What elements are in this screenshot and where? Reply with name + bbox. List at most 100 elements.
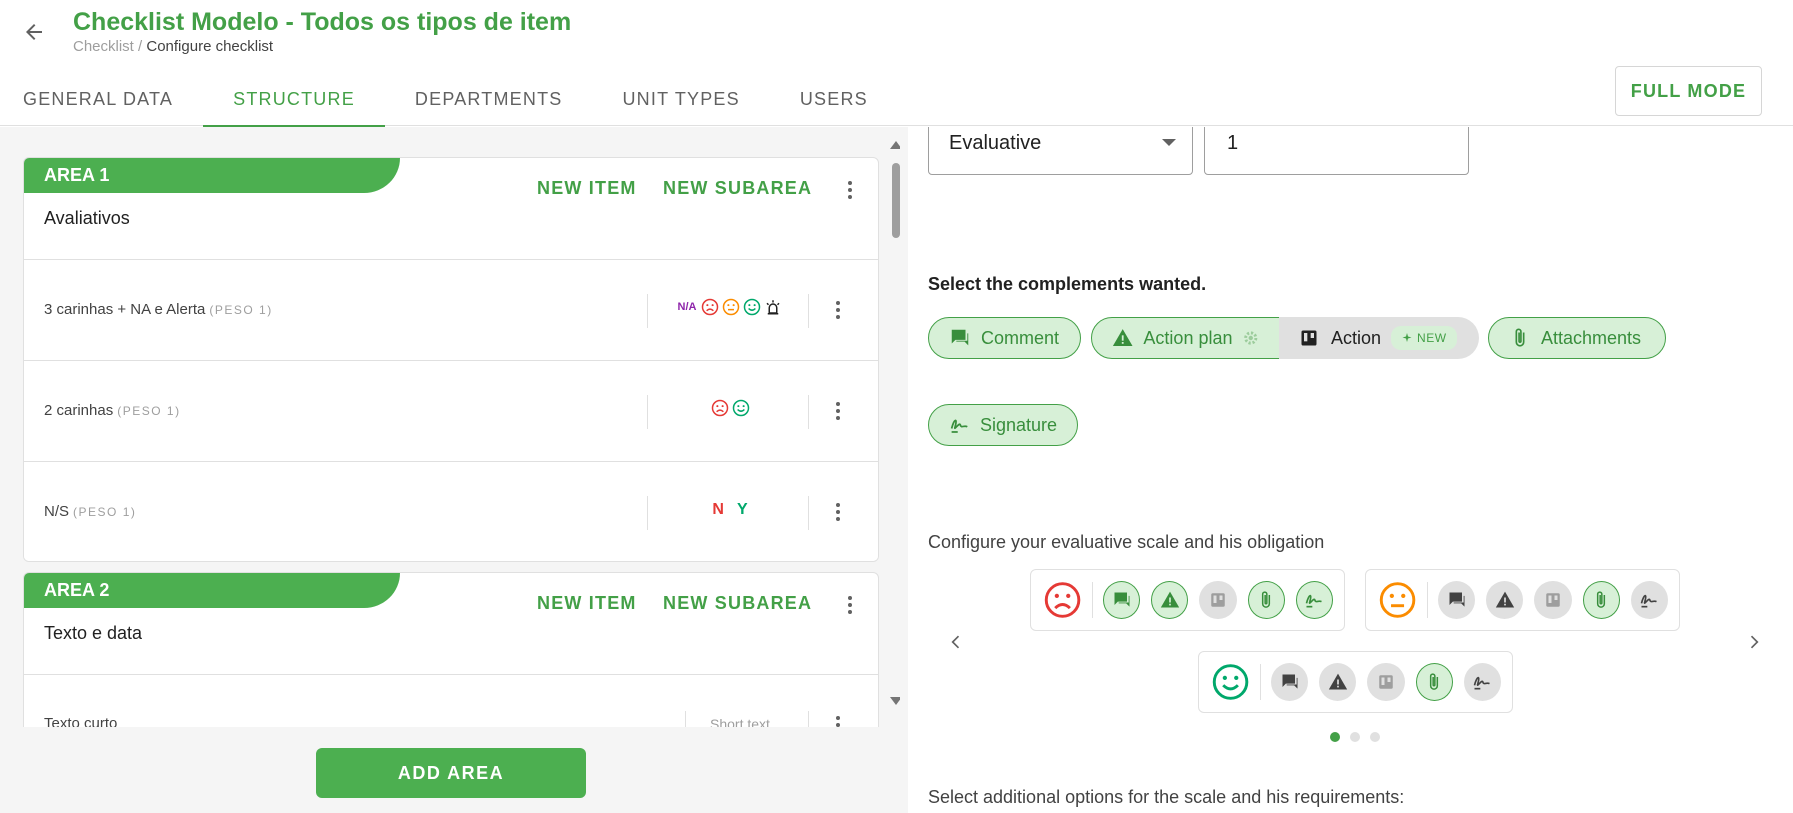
action-plan-toggle[interactable]	[1486, 581, 1524, 619]
carousel-prev-button[interactable]	[944, 630, 968, 654]
add-area-button[interactable]: ADD AREA	[316, 748, 586, 798]
no-label: N	[712, 501, 724, 518]
signature-icon	[1474, 676, 1491, 690]
item-menu-button[interactable]	[826, 500, 850, 524]
item-config-pane: Evaluative 1 Select the complements want…	[908, 127, 1793, 813]
structure-scroll-area[interactable]: AREA 1 Avaliativos NEW ITEM NEW SUBAREA …	[0, 127, 900, 727]
action-toggle[interactable]	[1367, 663, 1405, 701]
item-type-label: Short text	[710, 716, 770, 727]
item-menu-button[interactable]	[826, 298, 850, 322]
scale-card-sad	[1030, 569, 1345, 631]
item-label: 3 carinhas + NA e Alerta (PESO 1)	[44, 301, 273, 318]
sad-face-icon	[702, 298, 719, 316]
item-menu-button[interactable]	[826, 713, 850, 727]
comment-icon	[1114, 592, 1130, 607]
area-card: AREA 1 Avaliativos NEW ITEM NEW SUBAREA …	[23, 157, 879, 562]
comment-toggle[interactable]	[1271, 663, 1309, 701]
breadcrumb-root[interactable]: Checklist	[73, 38, 134, 55]
scroll-up-arrow[interactable]	[890, 141, 900, 149]
divider	[1427, 582, 1429, 618]
divider	[685, 711, 686, 727]
divider	[1260, 664, 1262, 700]
full-mode-button[interactable]: FULL MODE	[1615, 66, 1762, 116]
board-icon	[1379, 675, 1393, 689]
comment-chip[interactable]: Comment	[928, 317, 1081, 359]
page-header: Checklist Modelo - Todos os tipos de ite…	[0, 0, 1793, 127]
board-icon	[1546, 593, 1560, 607]
signature-toggle[interactable]	[1463, 663, 1502, 701]
happy-face-icon	[1212, 664, 1249, 700]
sparkle-icon	[1402, 333, 1412, 342]
board-icon	[1301, 330, 1317, 346]
carousel-dot[interactable]	[1330, 732, 1340, 742]
item-row[interactable]: N/S (PESO 1) N Y	[24, 461, 878, 561]
action-plan-chip[interactable]: Action plan	[1091, 317, 1281, 359]
action-toggle[interactable]	[1534, 581, 1572, 619]
paperclip-icon	[1262, 591, 1271, 608]
tab-structure[interactable]: STRUCTURE	[203, 72, 385, 127]
item-weight: (PESO 1)	[209, 303, 273, 317]
scroll-down-arrow[interactable]	[890, 697, 900, 705]
attachments-chip[interactable]: Attachments	[1488, 317, 1666, 359]
neutral-face-icon	[1379, 582, 1416, 618]
item-row[interactable]: 3 carinhas + NA e Alerta (PESO 1) N/A	[24, 259, 878, 360]
signature-chip[interactable]: Signature	[928, 404, 1078, 446]
breadcrumb: Checklist / Configure checklist	[73, 38, 273, 55]
tab-general-data[interactable]: GENERAL DATA	[0, 72, 203, 126]
action-plan-toggle[interactable]	[1151, 581, 1189, 619]
new-item-button[interactable]: NEW ITEM	[537, 593, 637, 614]
tab-departments[interactable]: DEPARTMENTS	[385, 72, 593, 126]
carousel-next-button[interactable]	[1742, 630, 1766, 654]
area-menu-button[interactable]	[838, 178, 862, 202]
carousel-dot[interactable]	[1370, 732, 1380, 742]
attachments-toggle[interactable]	[1415, 663, 1453, 701]
signature-icon	[1641, 594, 1658, 608]
divider	[1092, 582, 1094, 618]
new-subarea-button[interactable]: NEW SUBAREA	[663, 178, 812, 199]
tab-users[interactable]: USERS	[770, 72, 898, 126]
comment-icon	[1282, 674, 1298, 689]
action-toggle[interactable]	[1199, 581, 1237, 619]
signature-toggle[interactable]	[1630, 581, 1669, 619]
area-card: AREA 2 Texto e data NEW ITEM NEW SUBAREA…	[23, 572, 879, 727]
carousel-dot[interactable]	[1350, 732, 1360, 742]
tab-bar: GENERAL DATA STRUCTURE DEPARTMENTS UNIT …	[0, 72, 898, 127]
tab-unit-types[interactable]: UNIT TYPES	[592, 72, 769, 126]
comment-toggle[interactable]	[1103, 581, 1141, 619]
divider	[808, 294, 809, 328]
item-label: N/S (PESO 1)	[44, 503, 137, 520]
paperclip-icon	[1430, 673, 1439, 690]
comment-toggle[interactable]	[1438, 581, 1476, 619]
action-plan-toggle[interactable]	[1319, 663, 1357, 701]
alarm-icon	[766, 300, 780, 315]
item-menu-button[interactable]	[826, 399, 850, 423]
comment-icon	[1449, 592, 1465, 607]
weight-input[interactable]: 1	[1204, 127, 1469, 175]
area-menu-button[interactable]	[838, 593, 862, 617]
item-row[interactable]: 2 carinhas (PESO 1)	[24, 360, 878, 461]
breadcrumb-current: Configure checklist	[146, 38, 274, 55]
new-item-button[interactable]: NEW ITEM	[537, 178, 637, 199]
divider	[808, 395, 809, 429]
signature-toggle[interactable]	[1295, 581, 1334, 619]
yes-label: Y	[736, 501, 748, 518]
item-type-select[interactable]: Evaluative	[928, 127, 1193, 175]
back-button[interactable]	[20, 18, 48, 46]
vertical-scrollbar[interactable]	[890, 141, 900, 705]
attachments-toggle[interactable]	[1582, 581, 1620, 619]
area-tag: AREA 2	[24, 573, 400, 608]
scroll-thumb[interactable]	[892, 163, 900, 238]
item-row[interactable]: Texto curto Short text	[24, 674, 878, 727]
action-chip[interactable]: Action NEW	[1279, 317, 1479, 359]
item-response-icons	[650, 399, 810, 417]
sad-face-icon	[1044, 582, 1081, 618]
item-response-icons: N Y	[650, 501, 810, 519]
board-icon	[1211, 593, 1225, 607]
gear-icon	[1244, 331, 1258, 345]
warning-icon	[1160, 591, 1180, 608]
arrow-left-icon	[26, 24, 42, 40]
attachments-toggle[interactable]	[1247, 581, 1285, 619]
item-weight: (PESO 1)	[117, 404, 181, 418]
chevron-down-icon	[1162, 139, 1176, 146]
new-subarea-button[interactable]: NEW SUBAREA	[663, 593, 812, 614]
